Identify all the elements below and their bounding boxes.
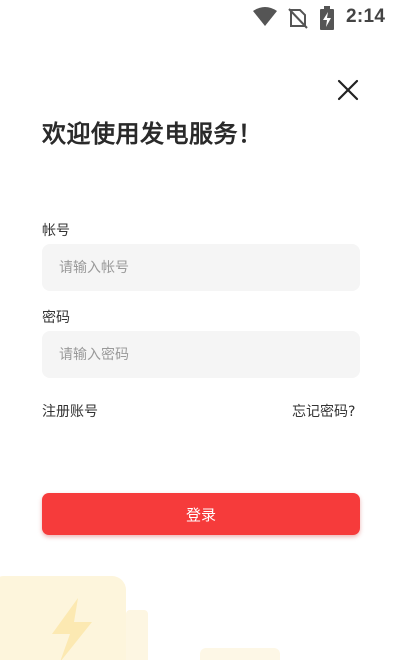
register-link[interactable]: 注册账号: [42, 401, 98, 421]
status-bar: 2:14: [0, 0, 400, 36]
close-button[interactable]: [334, 76, 362, 104]
lightning-decoration-icon: [0, 576, 280, 660]
wifi-icon: [253, 7, 277, 26]
no-sim-icon: [288, 8, 308, 29]
password-label: 密码: [42, 310, 70, 326]
forgot-password-link[interactable]: 忘记密码?: [292, 401, 355, 421]
password-input[interactable]: [42, 331, 360, 378]
close-icon: [337, 79, 359, 101]
battery-charging-icon: [320, 6, 334, 30]
login-button[interactable]: 登录: [42, 493, 360, 535]
background-decoration: [0, 570, 400, 660]
account-input[interactable]: [42, 244, 360, 291]
account-label: 帐号: [42, 223, 70, 239]
status-time: 2:14: [346, 6, 386, 27]
page-title: 欢迎使用发电服务！: [42, 120, 263, 148]
